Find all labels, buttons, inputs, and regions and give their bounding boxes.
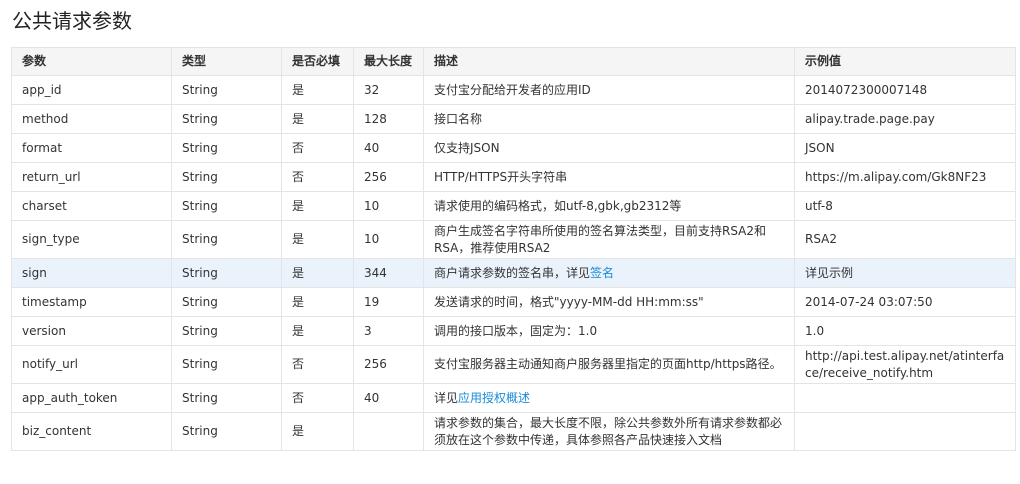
cell-example [794, 412, 1016, 451]
cell-type: String [171, 316, 282, 346]
table-row: return_url String 否 256 HTTP/HTTPS开头字符串 … [11, 162, 1016, 192]
table-row-highlighted: sign String 是 344 商户请求参数的签名串，详见签名 详见示例 [11, 258, 1016, 288]
cell-required: 是 [281, 258, 354, 288]
col-header-desc: 描述 [423, 47, 795, 76]
cell-type: String [171, 104, 282, 134]
desc-text: 商户请求参数的签名串，详见 [434, 265, 591, 280]
cell-param: version [11, 316, 172, 346]
cell-example: utf-8 [794, 191, 1016, 221]
table-row: app_id String 是 32 支付宝分配给开发者的应用ID 201407… [11, 75, 1016, 105]
cell-maxlen: 40 [353, 383, 424, 413]
cell-maxlen [353, 412, 424, 451]
table-row: timestamp String 是 19 发送请求的时间，格式"yyyy-MM… [11, 287, 1016, 317]
cell-maxlen: 10 [353, 220, 424, 259]
cell-desc: 商户请求参数的签名串，详见签名 [423, 258, 795, 288]
cell-type: String [171, 133, 282, 163]
cell-param: app_id [11, 75, 172, 105]
cell-required: 是 [281, 191, 354, 221]
cell-required: 是 [281, 287, 354, 317]
cell-maxlen: 40 [353, 133, 424, 163]
cell-param: app_auth_token [11, 383, 172, 413]
cell-type: String [171, 220, 282, 259]
cell-param: notify_url [11, 345, 172, 384]
cell-example: https://m.alipay.com/Gk8NF23 [794, 162, 1016, 192]
cell-required: 是 [281, 220, 354, 259]
cell-maxlen: 19 [353, 287, 424, 317]
cell-example [794, 383, 1016, 413]
cell-example: JSON [794, 133, 1016, 163]
sign-link[interactable]: 签名 [590, 266, 614, 280]
cell-maxlen: 256 [353, 162, 424, 192]
cell-desc: 发送请求的时间，格式"yyyy-MM-dd HH:mm:ss" [423, 287, 795, 317]
cell-desc: 接口名称 [423, 104, 795, 134]
cell-maxlen: 10 [353, 191, 424, 221]
cell-desc: 请求参数的集合，最大长度不限，除公共参数外所有请求参数都必须放在这个参数中传递，… [423, 412, 795, 451]
cell-desc: 请求使用的编码格式，如utf-8,gbk,gb2312等 [423, 191, 795, 221]
col-header-example: 示例值 [794, 47, 1016, 76]
cell-maxlen: 128 [353, 104, 424, 134]
cell-param: sign_type [11, 220, 172, 259]
cell-required: 否 [281, 162, 354, 192]
cell-required: 是 [281, 75, 354, 105]
cell-type: String [171, 162, 282, 192]
cell-required: 是 [281, 412, 354, 451]
col-header-required: 是否必填 [281, 47, 354, 76]
cell-type: String [171, 383, 282, 413]
cell-desc: 商户生成签名字符串所使用的签名算法类型，目前支持RSA2和RSA，推荐使用RSA… [423, 220, 795, 259]
cell-desc: HTTP/HTTPS开头字符串 [423, 162, 795, 192]
cell-required: 否 [281, 133, 354, 163]
cell-type: String [171, 75, 282, 105]
table-row: version String 是 3 调用的接口版本，固定为：1.0 1.0 [11, 316, 1016, 346]
cell-example: 2014072300007148 [794, 75, 1016, 105]
cell-param: timestamp [11, 287, 172, 317]
cell-desc: 支付宝服务器主动通知商户服务器里指定的页面http/https路径。 [423, 345, 795, 384]
cell-desc: 仅支持JSON [423, 133, 795, 163]
cell-type: String [171, 412, 282, 451]
cell-required: 是 [281, 104, 354, 134]
cell-maxlen: 3 [353, 316, 424, 346]
cell-param: method [11, 104, 172, 134]
cell-example: RSA2 [794, 220, 1016, 259]
cell-desc: 支付宝分配给开发者的应用ID [423, 75, 795, 105]
app-auth-overview-link[interactable]: 应用授权概述 [458, 391, 530, 405]
cell-maxlen: 32 [353, 75, 424, 105]
cell-maxlen: 344 [353, 258, 424, 288]
col-header-param: 参数 [11, 47, 172, 76]
cell-maxlen: 256 [353, 345, 424, 384]
cell-example: 1.0 [794, 316, 1016, 346]
cell-param: return_url [11, 162, 172, 192]
table-row: charset String 是 10 请求使用的编码格式，如utf-8,gbk… [11, 191, 1016, 221]
cell-required: 否 [281, 345, 354, 384]
cell-required: 是 [281, 316, 354, 346]
table-row: app_auth_token String 否 40 详见应用授权概述 [11, 383, 1016, 413]
page-title: 公共请求参数 [12, 9, 132, 33]
cell-type: String [171, 191, 282, 221]
table-row: format String 否 40 仅支持JSON JSON [11, 133, 1016, 163]
cell-example: 详见示例 [794, 258, 1016, 288]
cell-example: 2014-07-24 03:07:50 [794, 287, 1016, 317]
cell-type: String [171, 287, 282, 317]
cell-required: 否 [281, 383, 354, 413]
desc-text: 详见 [434, 390, 459, 405]
cell-example: alipay.trade.page.pay [794, 104, 1016, 134]
col-header-maxlen: 最大长度 [353, 47, 424, 76]
cell-param: biz_content [11, 412, 172, 451]
table-row: sign_type String 是 10 商户生成签名字符串所使用的签名算法类… [11, 220, 1016, 259]
table-header-row: 参数 类型 是否必填 最大长度 描述 示例值 [11, 47, 1016, 76]
col-header-type: 类型 [171, 47, 282, 76]
cell-desc: 调用的接口版本，固定为：1.0 [423, 316, 795, 346]
cell-desc: 详见应用授权概述 [423, 383, 795, 413]
cell-type: String [171, 345, 282, 384]
cell-type: String [171, 258, 282, 288]
table-row: notify_url String 否 256 支付宝服务器主动通知商户服务器里… [11, 345, 1016, 384]
table-row: method String 是 128 接口名称 alipay.trade.pa… [11, 104, 1016, 134]
table-row: biz_content String 是 请求参数的集合，最大长度不限，除公共参… [11, 412, 1016, 451]
cell-param: format [11, 133, 172, 163]
cell-example: http://api.test.alipay.net/atinterface/r… [794, 345, 1016, 384]
cell-param: sign [11, 258, 172, 288]
cell-param: charset [11, 191, 172, 221]
params-table: 参数 类型 是否必填 最大长度 描述 示例值 app_id String 是 3… [11, 47, 1016, 451]
page: 公共请求参数 参数 类型 是否必填 最大长度 描述 示例值 app_id Str… [0, 0, 1020, 484]
